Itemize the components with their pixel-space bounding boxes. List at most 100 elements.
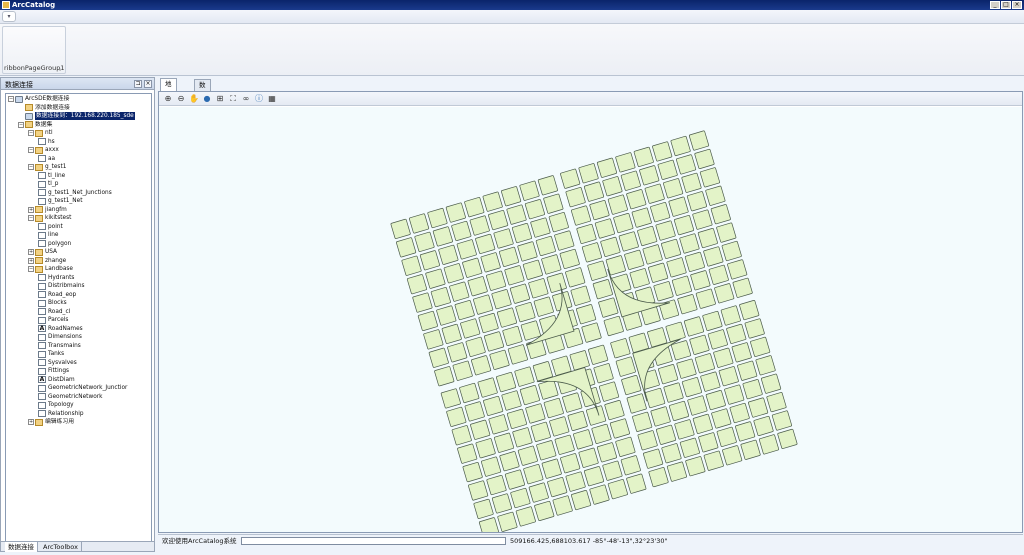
tree-node[interactable]: aa bbox=[38, 155, 55, 163]
fixed-zoom-icon[interactable]: ⛶ bbox=[228, 94, 238, 104]
parcel bbox=[477, 377, 498, 398]
tree-node[interactable]: + 编辑练习用 bbox=[28, 418, 74, 426]
tree-node[interactable]: + zhange bbox=[28, 257, 66, 265]
tree-node[interactable]: GeometricNetwork_Junctior bbox=[38, 384, 127, 392]
parcel bbox=[596, 442, 618, 463]
tree-node[interactable]: − axxx bbox=[28, 146, 59, 154]
parcel bbox=[462, 257, 483, 278]
parcel bbox=[560, 453, 581, 474]
dataset-icon bbox=[35, 265, 43, 273]
tree-node-label: zhange bbox=[45, 257, 67, 264]
dataset-icon bbox=[35, 129, 43, 137]
tree-node[interactable]: hs bbox=[38, 138, 55, 146]
maximize-button[interactable]: □ bbox=[1001, 1, 1011, 9]
tree-node[interactable]: Fittings bbox=[38, 367, 69, 375]
parcel bbox=[758, 434, 780, 455]
parcel bbox=[517, 445, 538, 466]
parcel bbox=[536, 440, 557, 461]
tab-data-connections[interactable]: 数据连接 bbox=[5, 542, 38, 552]
tree-node[interactable]: + USA bbox=[28, 248, 57, 256]
tree-node[interactable]: − kikitstest bbox=[28, 214, 71, 222]
tree-node[interactable]: Parcels bbox=[38, 316, 68, 324]
grid-icon[interactable]: ▦ bbox=[267, 94, 277, 104]
full-extent-icon[interactable]: ⊞ bbox=[215, 94, 225, 104]
tree-node[interactable]: Dimensions bbox=[38, 333, 82, 341]
map-canvas[interactable] bbox=[159, 107, 1022, 532]
expand-toggle-icon[interactable]: − bbox=[28, 266, 34, 272]
expand-toggle-icon[interactable]: − bbox=[8, 96, 14, 102]
tab-arctoolbox[interactable]: ArcToolbox bbox=[40, 542, 82, 552]
tree-node[interactable]: Tanks bbox=[38, 350, 64, 358]
tree-node[interactable]: Relationship bbox=[38, 410, 84, 418]
close-button[interactable]: × bbox=[1012, 1, 1022, 9]
expand-toggle-icon[interactable]: − bbox=[28, 164, 34, 170]
parcel bbox=[497, 511, 518, 532]
tab-map-view[interactable]: 地图视窗 bbox=[160, 78, 177, 121]
binoculars-icon[interactable]: ∞ bbox=[241, 94, 251, 104]
featureclass-icon bbox=[38, 223, 46, 230]
parcel bbox=[676, 358, 697, 379]
tree-node[interactable]: polygon bbox=[38, 240, 71, 248]
expand-toggle-icon[interactable]: − bbox=[28, 147, 34, 153]
tree-node[interactable]: line bbox=[38, 231, 58, 239]
tree-node[interactable]: g_test1_Net_Junctions bbox=[38, 189, 112, 197]
parcel bbox=[471, 355, 492, 376]
zoom-in-icon[interactable]: ⊕ bbox=[163, 94, 173, 104]
tree-node[interactable]: g_test1_Net bbox=[38, 197, 82, 205]
parcel bbox=[604, 399, 625, 421]
tree-node[interactable]: Distribmains bbox=[38, 282, 85, 290]
tree-node[interactable]: Road_eop bbox=[38, 291, 76, 299]
expand-toggle-icon[interactable]: + bbox=[28, 249, 34, 255]
tree-node[interactable]: Hydrants bbox=[38, 274, 74, 282]
tree-node[interactable]: point bbox=[38, 223, 63, 231]
tree-node[interactable]: GeometricNetwork bbox=[38, 393, 102, 401]
tree-node[interactable]: A RoadNames bbox=[38, 325, 83, 333]
tree-node[interactable]: − ntl bbox=[28, 129, 53, 137]
tree-node[interactable]: + jiangfm bbox=[28, 206, 67, 214]
parcel bbox=[473, 294, 494, 315]
featureclass-icon bbox=[38, 308, 46, 315]
parcel bbox=[707, 329, 728, 350]
parcel bbox=[679, 437, 700, 458]
expand-toggle-icon[interactable]: + bbox=[28, 206, 34, 213]
close-icon[interactable]: × bbox=[144, 80, 152, 88]
tree-node-label: Landbase bbox=[45, 266, 73, 272]
expand-toggle-icon[interactable]: + bbox=[28, 419, 34, 425]
tree-node[interactable]: − Landbase bbox=[28, 265, 73, 273]
parcel bbox=[441, 323, 462, 344]
tree-node[interactable]: A DistDiam bbox=[38, 376, 75, 384]
zoom-out-icon[interactable]: ⊖ bbox=[176, 94, 186, 104]
tree-node[interactable]: +添加数据连接 bbox=[18, 104, 70, 112]
tree-node[interactable]: tl_line bbox=[38, 172, 65, 180]
tree-node[interactable]: Blocks bbox=[38, 299, 67, 307]
expand-toggle-icon[interactable]: − bbox=[28, 215, 34, 221]
expand-toggle-icon[interactable]: + bbox=[28, 257, 34, 264]
application-menu-button[interactable]: ▾ bbox=[2, 11, 16, 22]
pin-icon[interactable]: ⊐ bbox=[134, 80, 142, 88]
parcel bbox=[615, 356, 636, 377]
dialog-launcher-icon[interactable]: ⌟ bbox=[59, 67, 64, 72]
parcel bbox=[591, 423, 612, 444]
identify-icon[interactable]: ⓘ bbox=[254, 94, 264, 104]
parcel bbox=[525, 403, 546, 424]
tree-node[interactable]: tl_p bbox=[38, 180, 58, 188]
tab-data-view[interactable]: 数据视窗 bbox=[194, 79, 211, 122]
parcel bbox=[663, 178, 684, 199]
tree-node[interactable]: Topology bbox=[38, 401, 74, 409]
tree-node[interactable]: Road_cl bbox=[38, 308, 70, 316]
expand-toggle-icon[interactable]: − bbox=[18, 121, 24, 128]
parcel bbox=[740, 439, 761, 460]
expand-toggle-icon[interactable]: − bbox=[28, 130, 34, 136]
tree-node[interactable]: −数据连接到：192.168.220.185_sde bbox=[18, 112, 135, 120]
minimize-button[interactable]: _ bbox=[990, 1, 1000, 9]
tree-node[interactable]: − g_test1 bbox=[28, 163, 66, 171]
catalog-tree[interactable]: −ArcSDE数据连接+添加数据连接−数据连接到：192.168.220.185… bbox=[5, 93, 152, 543]
globe-icon[interactable]: ● bbox=[202, 94, 212, 104]
tree-node[interactable]: Transmains bbox=[38, 342, 81, 350]
parcel bbox=[676, 154, 697, 175]
tree-node[interactable]: Sysvalves bbox=[38, 359, 77, 367]
pan-icon[interactable]: ✋ bbox=[189, 94, 199, 104]
tree-node[interactable]: − ArcSDE数据连接 bbox=[8, 95, 69, 103]
tree-node[interactable]: − 数据集 bbox=[18, 121, 52, 129]
parcel bbox=[714, 283, 735, 304]
